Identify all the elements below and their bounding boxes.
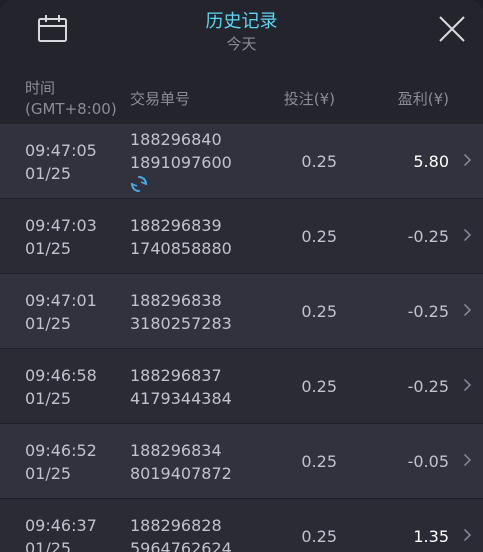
table-row[interactable]: 09:46:37 01/25 188296828 5964762624 0.25… xyxy=(0,499,483,552)
table-row[interactable]: 09:47:05 01/25 188296840 1891097600 0.25… xyxy=(0,124,483,199)
history-list: 09:47:05 01/25 188296840 1891097600 0.25… xyxy=(0,124,483,552)
row-time: 09:46:37 xyxy=(25,516,97,535)
row-profit: -0.25 xyxy=(407,227,449,246)
chevron-right-icon xyxy=(463,303,472,317)
table-row[interactable]: 09:46:58 01/25 188296837 4179344384 0.25… xyxy=(0,349,483,424)
column-time-zone: (GMT+8:00) xyxy=(25,100,117,118)
row-date: 01/25 xyxy=(25,314,72,333)
row-order-id: 188296840 xyxy=(130,130,222,149)
row-profit: -0.25 xyxy=(407,377,449,396)
row-time: 09:46:58 xyxy=(25,366,97,385)
row-date: 01/25 xyxy=(25,239,72,258)
chevron-right-icon xyxy=(463,378,472,392)
row-time: 09:47:05 xyxy=(25,141,97,160)
row-profit: 1.35 xyxy=(413,527,449,546)
history-panel: 历史记录 今天 时间 (GMT+8:00) 交易单号 投注(¥) 盈利(¥) 0… xyxy=(0,0,483,552)
chevron-right-icon xyxy=(463,228,472,242)
close-button[interactable] xyxy=(436,13,468,45)
loading-spinner-icon xyxy=(130,176,148,192)
date-filter-label: 今天 xyxy=(226,35,257,53)
row-order-ref: 8019407872 xyxy=(130,464,232,483)
row-time: 09:47:03 xyxy=(25,216,97,235)
row-stake: 0.25 xyxy=(301,152,337,171)
row-stake: 0.25 xyxy=(301,227,337,246)
column-header-row: 时间 (GMT+8:00) 交易单号 投注(¥) 盈利(¥) xyxy=(0,72,483,124)
chevron-right-icon xyxy=(463,528,472,542)
row-profit: -0.25 xyxy=(407,302,449,321)
table-row[interactable]: 09:47:01 01/25 188296838 3180257283 0.25… xyxy=(0,274,483,349)
column-profit: 盈利(¥) xyxy=(397,90,449,108)
row-time: 09:46:52 xyxy=(25,441,97,460)
row-profit: -0.05 xyxy=(407,452,449,471)
row-order-id: 188296838 xyxy=(130,291,222,310)
row-date: 01/25 xyxy=(25,464,72,483)
chevron-right-icon xyxy=(463,453,472,467)
row-order-id: 188296828 xyxy=(130,516,222,535)
row-order-ref: 1891097600 xyxy=(130,153,232,172)
row-order-id: 188296837 xyxy=(130,366,222,385)
row-date: 01/25 xyxy=(25,539,72,552)
row-order-id: 188296834 xyxy=(130,441,222,460)
row-date: 01/25 xyxy=(25,389,72,408)
table-row[interactable]: 09:46:52 01/25 188296834 8019407872 0.25… xyxy=(0,424,483,499)
column-order: 交易单号 xyxy=(130,90,191,108)
row-stake: 0.25 xyxy=(301,527,337,546)
close-icon xyxy=(439,16,465,42)
row-order-ref: 4179344384 xyxy=(130,389,232,408)
row-profit: 5.80 xyxy=(413,152,449,171)
row-order-ref: 5964762624 xyxy=(130,539,232,552)
header-bar: 历史记录 今天 xyxy=(0,0,483,72)
column-stake: 投注(¥) xyxy=(283,90,335,108)
row-order-ref: 1740858880 xyxy=(130,239,232,258)
column-time: 时间 xyxy=(25,79,56,97)
row-stake: 0.25 xyxy=(301,377,337,396)
row-stake: 0.25 xyxy=(301,302,337,321)
table-row[interactable]: 09:47:03 01/25 188296839 1740858880 0.25… xyxy=(0,199,483,274)
row-order-ref: 3180257283 xyxy=(130,314,232,333)
row-date: 01/25 xyxy=(25,164,72,183)
page-title: 历史记录 xyxy=(205,11,278,32)
row-stake: 0.25 xyxy=(301,452,337,471)
chevron-right-icon xyxy=(463,153,472,167)
row-order-id: 188296839 xyxy=(130,216,222,235)
row-time: 09:47:01 xyxy=(25,291,97,310)
